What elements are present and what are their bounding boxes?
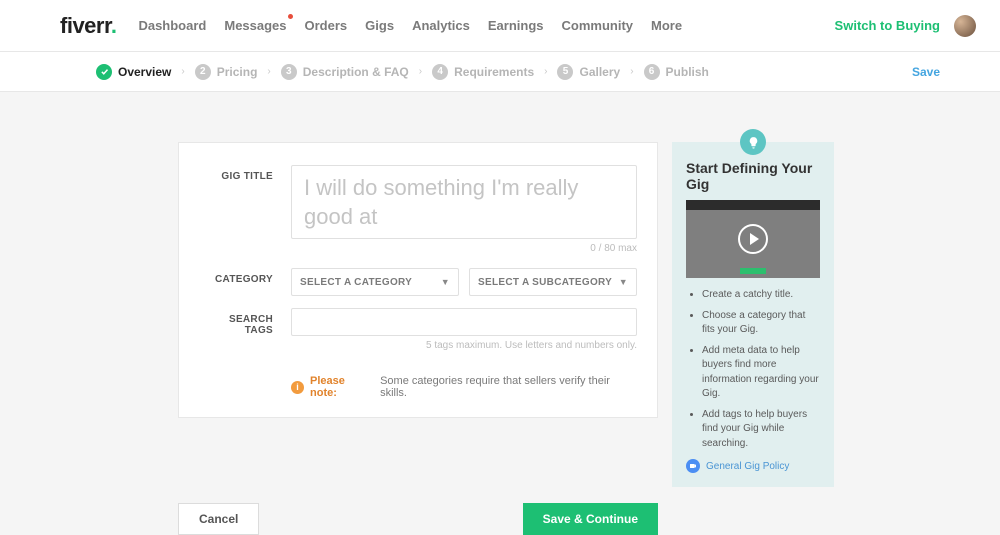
nav-gigs[interactable]: Gigs [365, 18, 394, 33]
tip-item: Create a catchy title. [702, 288, 820, 303]
cancel-button[interactable]: Cancel [178, 503, 259, 535]
step-pricing[interactable]: 2 Pricing [195, 64, 258, 80]
chevron-right-icon: › [630, 66, 633, 77]
step-label: Publish [666, 65, 709, 79]
step-label: Gallery [579, 65, 620, 79]
content-area: GIG TITLE I will do something I'm really… [0, 92, 1000, 487]
avatar[interactable] [954, 15, 976, 37]
gig-title-input[interactable]: I will do something I'm really good at [291, 165, 637, 239]
step-number: 5 [557, 64, 573, 80]
chevron-right-icon: › [181, 66, 184, 77]
logo[interactable]: fiverr. [60, 13, 116, 39]
nav-links: Dashboard Messages Orders Gigs Analytics… [138, 18, 682, 33]
top-nav: fiverr. Dashboard Messages Orders Gigs A… [0, 0, 1000, 52]
caret-down-icon: ▼ [441, 277, 450, 287]
step-publish[interactable]: 6 Publish [644, 64, 709, 80]
step-number: 6 [644, 64, 660, 80]
save-continue-button[interactable]: Save & Continue [523, 503, 658, 535]
step-number: 2 [195, 64, 211, 80]
category-label: CATEGORY [199, 268, 291, 285]
note-label: Please note: [310, 375, 374, 399]
step-label: Overview [118, 65, 171, 79]
step-gallery[interactable]: 5 Gallery [557, 64, 620, 80]
nav-orders[interactable]: Orders [305, 18, 348, 33]
form-actions: Cancel Save & Continue [178, 503, 658, 535]
gig-title-label: GIG TITLE [199, 165, 291, 182]
tips-title: Start Defining Your Gig [686, 160, 820, 192]
tips-card: Start Defining Your Gig Create a catchy … [672, 142, 834, 487]
select-value: SELECT A CATEGORY [300, 277, 412, 288]
gig-form-card: GIG TITLE I will do something I'm really… [178, 142, 658, 418]
general-gig-policy-link[interactable]: General Gig Policy [706, 461, 789, 472]
save-link[interactable]: Save [912, 65, 940, 79]
step-label: Requirements [454, 65, 534, 79]
tips-video-thumbnail[interactable] [686, 200, 820, 278]
chevron-right-icon: › [267, 66, 270, 77]
step-label: Description & FAQ [303, 65, 409, 79]
step-requirements[interactable]: 4 Requirements [432, 64, 534, 80]
note-row: i Please note: Some categories require t… [199, 375, 637, 399]
nav-more[interactable]: More [651, 18, 682, 33]
tips-list: Create a catchy title. Choose a category… [686, 288, 820, 451]
subcategory-select[interactable]: SELECT A SUBCATEGORY ▼ [469, 268, 637, 296]
lightbulb-icon [740, 129, 766, 155]
note-text: Some categories require that sellers ver… [380, 375, 637, 399]
nav-right: Switch to Buying [835, 15, 976, 37]
caret-down-icon: ▼ [619, 277, 628, 287]
step-label: Pricing [217, 65, 258, 79]
search-tags-label: SEARCH TAGS [199, 308, 291, 336]
title-char-counter: 0 / 80 max [291, 243, 637, 254]
step-description[interactable]: 3 Description & FAQ [281, 64, 409, 80]
nav-analytics[interactable]: Analytics [412, 18, 470, 33]
tip-item: Add tags to help buyers find your Gig wh… [702, 408, 820, 452]
step-number: 4 [432, 64, 448, 80]
nav-messages[interactable]: Messages [224, 18, 286, 33]
tip-item: Choose a category that fits your Gig. [702, 309, 820, 338]
steps-bar: Overview › 2 Pricing › 3 Description & F… [0, 52, 1000, 92]
check-icon [96, 64, 112, 80]
nav-earnings[interactable]: Earnings [488, 18, 544, 33]
info-icon: i [291, 381, 304, 394]
notification-dot-icon [288, 14, 293, 19]
chevron-right-icon: › [419, 66, 422, 77]
tip-item: Add meta data to help buyers find more i… [702, 344, 820, 402]
step-number: 3 [281, 64, 297, 80]
switch-to-buying-button[interactable]: Switch to Buying [835, 18, 940, 33]
step-overview[interactable]: Overview [96, 64, 171, 80]
nav-community[interactable]: Community [562, 18, 634, 33]
play-icon [738, 224, 768, 254]
search-tags-input[interactable] [291, 308, 637, 336]
nav-dashboard[interactable]: Dashboard [138, 18, 206, 33]
select-value: SELECT A SUBCATEGORY [478, 277, 612, 288]
tags-hint: 5 tags maximum. Use letters and numbers … [291, 340, 637, 351]
chevron-right-icon: › [544, 66, 547, 77]
camera-icon [686, 459, 700, 473]
category-select[interactable]: SELECT A CATEGORY ▼ [291, 268, 459, 296]
